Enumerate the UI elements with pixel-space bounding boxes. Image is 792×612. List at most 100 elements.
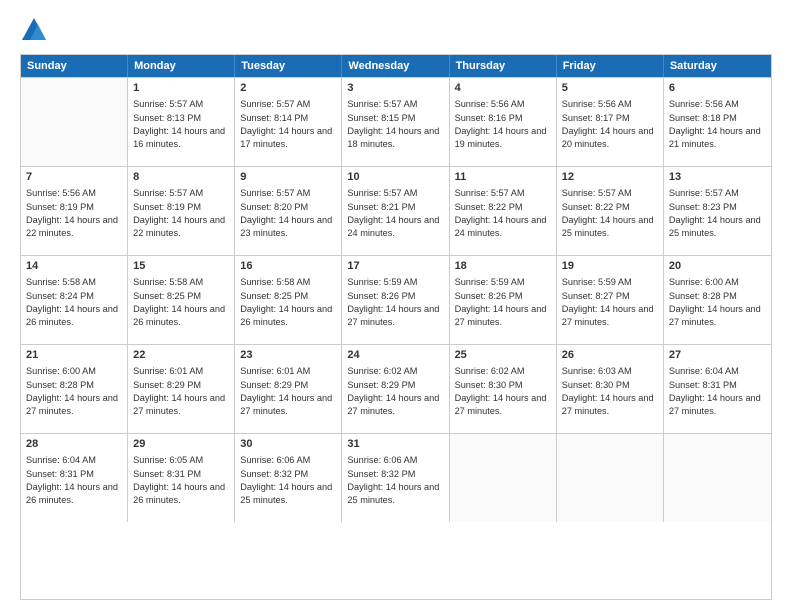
cell-date: 28	[26, 437, 122, 452]
calendar-cell: 18 Sunrise: 5:59 AMSunset: 8:26 PMDaylig…	[450, 256, 557, 344]
header	[20, 16, 772, 44]
header-day-monday: Monday	[128, 55, 235, 77]
cell-date: 13	[669, 170, 766, 185]
cell-date: 2	[240, 81, 336, 96]
cell-info: Sunrise: 5:58 AMSunset: 8:25 PMDaylight:…	[133, 277, 225, 327]
cell-date: 4	[455, 81, 551, 96]
calendar-cell: 5 Sunrise: 5:56 AMSunset: 8:17 PMDayligh…	[557, 78, 664, 166]
page: SundayMondayTuesdayWednesdayThursdayFrid…	[0, 0, 792, 612]
calendar-cell: 3 Sunrise: 5:57 AMSunset: 8:15 PMDayligh…	[342, 78, 449, 166]
calendar-row-0: 1 Sunrise: 5:57 AMSunset: 8:13 PMDayligh…	[21, 77, 771, 166]
cell-info: Sunrise: 6:01 AMSunset: 8:29 PMDaylight:…	[240, 366, 332, 416]
cell-date: 9	[240, 170, 336, 185]
calendar-cell: 16 Sunrise: 5:58 AMSunset: 8:25 PMDaylig…	[235, 256, 342, 344]
calendar-cell: 30 Sunrise: 6:06 AMSunset: 8:32 PMDaylig…	[235, 434, 342, 522]
cell-date: 12	[562, 170, 658, 185]
cell-date: 25	[455, 348, 551, 363]
calendar-cell: 9 Sunrise: 5:57 AMSunset: 8:20 PMDayligh…	[235, 167, 342, 255]
calendar-cell: 7 Sunrise: 5:56 AMSunset: 8:19 PMDayligh…	[21, 167, 128, 255]
cell-info: Sunrise: 5:56 AMSunset: 8:16 PMDaylight:…	[455, 99, 547, 149]
cell-info: Sunrise: 5:57 AMSunset: 8:23 PMDaylight:…	[669, 188, 761, 238]
cell-date: 14	[26, 259, 122, 274]
header-day-saturday: Saturday	[664, 55, 771, 77]
calendar-cell: 13 Sunrise: 5:57 AMSunset: 8:23 PMDaylig…	[664, 167, 771, 255]
logo	[20, 16, 52, 44]
calendar-row-1: 7 Sunrise: 5:56 AMSunset: 8:19 PMDayligh…	[21, 166, 771, 255]
calendar-cell: 4 Sunrise: 5:56 AMSunset: 8:16 PMDayligh…	[450, 78, 557, 166]
calendar-cell: 24 Sunrise: 6:02 AMSunset: 8:29 PMDaylig…	[342, 345, 449, 433]
cell-date: 8	[133, 170, 229, 185]
cell-date: 15	[133, 259, 229, 274]
cell-info: Sunrise: 6:04 AMSunset: 8:31 PMDaylight:…	[26, 455, 118, 505]
calendar-cell: 25 Sunrise: 6:02 AMSunset: 8:30 PMDaylig…	[450, 345, 557, 433]
cell-date: 20	[669, 259, 766, 274]
logo-icon	[20, 16, 48, 44]
cell-date: 24	[347, 348, 443, 363]
cell-date: 10	[347, 170, 443, 185]
cell-info: Sunrise: 5:56 AMSunset: 8:18 PMDaylight:…	[669, 99, 761, 149]
calendar-cell: 6 Sunrise: 5:56 AMSunset: 8:18 PMDayligh…	[664, 78, 771, 166]
header-day-sunday: Sunday	[21, 55, 128, 77]
calendar-body: 1 Sunrise: 5:57 AMSunset: 8:13 PMDayligh…	[21, 77, 771, 522]
header-day-thursday: Thursday	[450, 55, 557, 77]
cell-date: 21	[26, 348, 122, 363]
calendar-cell	[557, 434, 664, 522]
cell-info: Sunrise: 5:59 AMSunset: 8:26 PMDaylight:…	[347, 277, 439, 327]
cell-info: Sunrise: 6:03 AMSunset: 8:30 PMDaylight:…	[562, 366, 654, 416]
cell-date: 30	[240, 437, 336, 452]
cell-info: Sunrise: 5:57 AMSunset: 8:19 PMDaylight:…	[133, 188, 225, 238]
calendar-cell: 22 Sunrise: 6:01 AMSunset: 8:29 PMDaylig…	[128, 345, 235, 433]
calendar-row-2: 14 Sunrise: 5:58 AMSunset: 8:24 PMDaylig…	[21, 255, 771, 344]
cell-date: 17	[347, 259, 443, 274]
calendar-cell: 11 Sunrise: 5:57 AMSunset: 8:22 PMDaylig…	[450, 167, 557, 255]
cell-date: 1	[133, 81, 229, 96]
cell-info: Sunrise: 5:57 AMSunset: 8:13 PMDaylight:…	[133, 99, 225, 149]
cell-date: 27	[669, 348, 766, 363]
cell-info: Sunrise: 5:59 AMSunset: 8:27 PMDaylight:…	[562, 277, 654, 327]
calendar-row-4: 28 Sunrise: 6:04 AMSunset: 8:31 PMDaylig…	[21, 433, 771, 522]
calendar-cell: 1 Sunrise: 5:57 AMSunset: 8:13 PMDayligh…	[128, 78, 235, 166]
cell-info: Sunrise: 6:04 AMSunset: 8:31 PMDaylight:…	[669, 366, 761, 416]
cell-info: Sunrise: 6:00 AMSunset: 8:28 PMDaylight:…	[26, 366, 118, 416]
cell-date: 19	[562, 259, 658, 274]
cell-info: Sunrise: 5:57 AMSunset: 8:22 PMDaylight:…	[562, 188, 654, 238]
cell-info: Sunrise: 5:58 AMSunset: 8:24 PMDaylight:…	[26, 277, 118, 327]
calendar-row-3: 21 Sunrise: 6:00 AMSunset: 8:28 PMDaylig…	[21, 344, 771, 433]
calendar-cell: 12 Sunrise: 5:57 AMSunset: 8:22 PMDaylig…	[557, 167, 664, 255]
header-day-friday: Friday	[557, 55, 664, 77]
cell-info: Sunrise: 6:05 AMSunset: 8:31 PMDaylight:…	[133, 455, 225, 505]
cell-date: 22	[133, 348, 229, 363]
calendar-cell: 17 Sunrise: 5:59 AMSunset: 8:26 PMDaylig…	[342, 256, 449, 344]
cell-date: 7	[26, 170, 122, 185]
cell-date: 18	[455, 259, 551, 274]
calendar-cell: 10 Sunrise: 5:57 AMSunset: 8:21 PMDaylig…	[342, 167, 449, 255]
cell-info: Sunrise: 5:57 AMSunset: 8:15 PMDaylight:…	[347, 99, 439, 149]
cell-date: 11	[455, 170, 551, 185]
cell-info: Sunrise: 6:06 AMSunset: 8:32 PMDaylight:…	[347, 455, 439, 505]
calendar-cell: 23 Sunrise: 6:01 AMSunset: 8:29 PMDaylig…	[235, 345, 342, 433]
calendar-cell: 29 Sunrise: 6:05 AMSunset: 8:31 PMDaylig…	[128, 434, 235, 522]
cell-info: Sunrise: 6:01 AMSunset: 8:29 PMDaylight:…	[133, 366, 225, 416]
calendar-header: SundayMondayTuesdayWednesdayThursdayFrid…	[21, 55, 771, 77]
header-day-wednesday: Wednesday	[342, 55, 449, 77]
calendar-cell: 20 Sunrise: 6:00 AMSunset: 8:28 PMDaylig…	[664, 256, 771, 344]
calendar-cell: 2 Sunrise: 5:57 AMSunset: 8:14 PMDayligh…	[235, 78, 342, 166]
cell-date: 29	[133, 437, 229, 452]
cell-date: 6	[669, 81, 766, 96]
cell-info: Sunrise: 5:56 AMSunset: 8:17 PMDaylight:…	[562, 99, 654, 149]
cell-info: Sunrise: 6:06 AMSunset: 8:32 PMDaylight:…	[240, 455, 332, 505]
calendar-cell: 28 Sunrise: 6:04 AMSunset: 8:31 PMDaylig…	[21, 434, 128, 522]
calendar-cell: 21 Sunrise: 6:00 AMSunset: 8:28 PMDaylig…	[21, 345, 128, 433]
cell-info: Sunrise: 5:57 AMSunset: 8:22 PMDaylight:…	[455, 188, 547, 238]
calendar-cell: 15 Sunrise: 5:58 AMSunset: 8:25 PMDaylig…	[128, 256, 235, 344]
calendar-cell: 8 Sunrise: 5:57 AMSunset: 8:19 PMDayligh…	[128, 167, 235, 255]
cell-info: Sunrise: 6:00 AMSunset: 8:28 PMDaylight:…	[669, 277, 761, 327]
cell-info: Sunrise: 5:59 AMSunset: 8:26 PMDaylight:…	[455, 277, 547, 327]
calendar-cell: 14 Sunrise: 5:58 AMSunset: 8:24 PMDaylig…	[21, 256, 128, 344]
cell-date: 16	[240, 259, 336, 274]
cell-info: Sunrise: 5:58 AMSunset: 8:25 PMDaylight:…	[240, 277, 332, 327]
calendar: SundayMondayTuesdayWednesdayThursdayFrid…	[20, 54, 772, 600]
cell-info: Sunrise: 6:02 AMSunset: 8:29 PMDaylight:…	[347, 366, 439, 416]
cell-info: Sunrise: 5:57 AMSunset: 8:20 PMDaylight:…	[240, 188, 332, 238]
calendar-cell: 19 Sunrise: 5:59 AMSunset: 8:27 PMDaylig…	[557, 256, 664, 344]
